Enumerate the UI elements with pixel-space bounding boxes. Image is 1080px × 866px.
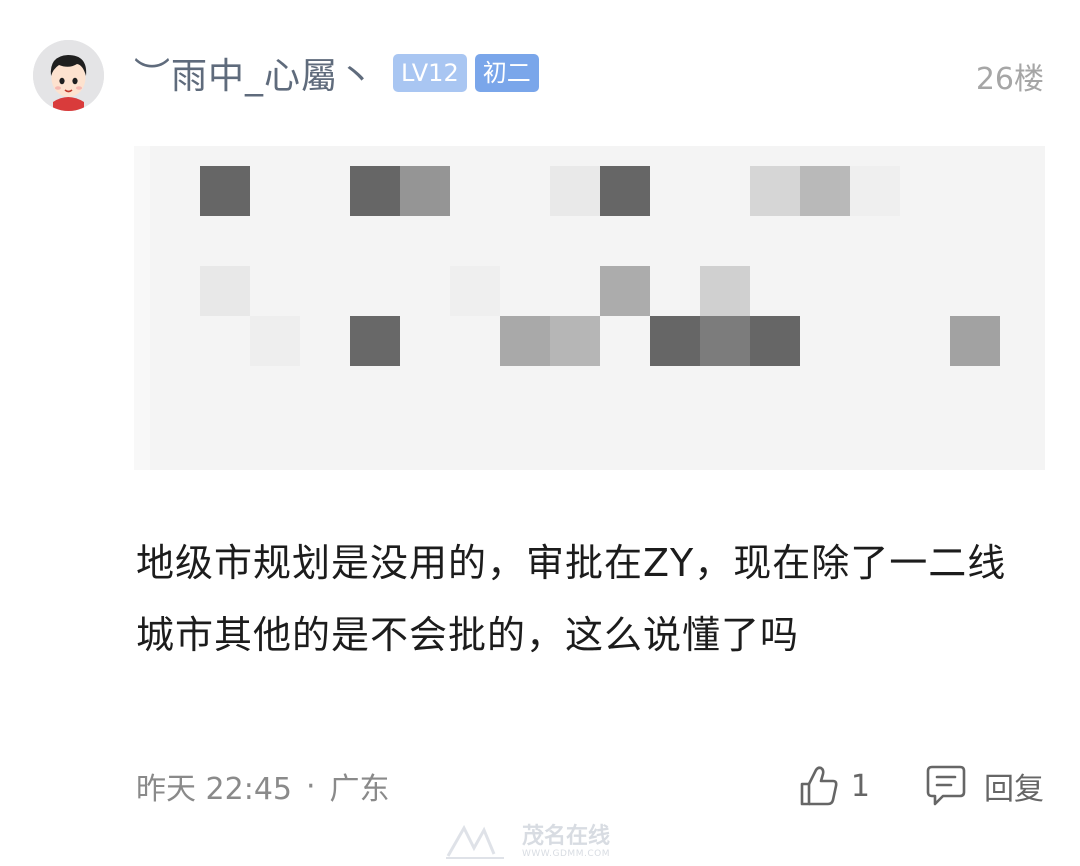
floor-number: 26楼 — [975, 62, 1044, 97]
pixel-block — [600, 266, 650, 316]
pixel-block — [500, 316, 550, 366]
pixel-block — [750, 316, 800, 366]
pixel-block — [850, 166, 900, 216]
pixel-block — [750, 166, 800, 216]
comment-time: 昨天 22:45 — [136, 772, 292, 807]
grade-badge: 初二 — [474, 54, 539, 92]
pixel-block — [550, 166, 600, 216]
pixel-block — [400, 166, 450, 216]
reply-label: 回复 — [984, 772, 1044, 807]
image-edge — [134, 146, 150, 470]
pixel-block — [950, 316, 1000, 366]
thumbs-up-icon — [800, 766, 838, 806]
pixel-block — [700, 316, 750, 366]
avatar[interactable] — [33, 40, 104, 111]
reply-button[interactable]: 回复 — [926, 764, 1044, 808]
cartoon-boy-avatar-icon — [33, 40, 104, 111]
site-watermark: 茂名在线 WWW.GDMM.COM — [444, 824, 610, 860]
pixel-block — [200, 266, 250, 316]
comment-header: ︶雨中_心屬丶 LV12 初二 — [134, 47, 539, 99]
comment-location: 广东 — [329, 772, 390, 807]
username[interactable]: ︶雨中_心屬丶 — [134, 47, 375, 99]
watermark-logo-icon — [446, 824, 504, 859]
pixel-block — [450, 266, 500, 316]
pixel-block — [650, 316, 700, 366]
pixel-block — [700, 266, 750, 316]
comment-meta: 昨天 22:45 · 广东 — [136, 763, 390, 809]
comment-text: 地级市规划是没用的，审批在ZY，现在除了一二线城市其他的是不会批的，这么说懂了吗 — [136, 541, 1007, 657]
watermark-url: WWW.GDMM.COM — [522, 848, 610, 859]
meta-separator: · — [306, 768, 316, 804]
pixel-block — [600, 166, 650, 216]
pixel-block — [550, 316, 600, 366]
quoted-image[interactable] — [134, 146, 1045, 470]
comment-actions: 1 回复 — [799, 760, 1044, 812]
level-badge: LV12 — [393, 54, 467, 92]
pixel-block — [350, 316, 400, 366]
pixel-block — [350, 166, 400, 216]
like-count: 1 — [850, 768, 870, 804]
pixel-block — [800, 166, 850, 216]
comment-icon — [926, 765, 966, 806]
like-button[interactable]: 1 — [799, 765, 870, 807]
pixel-block — [200, 166, 250, 216]
pixel-block — [250, 316, 300, 366]
watermark-text: 茂名在线 — [522, 823, 611, 849]
